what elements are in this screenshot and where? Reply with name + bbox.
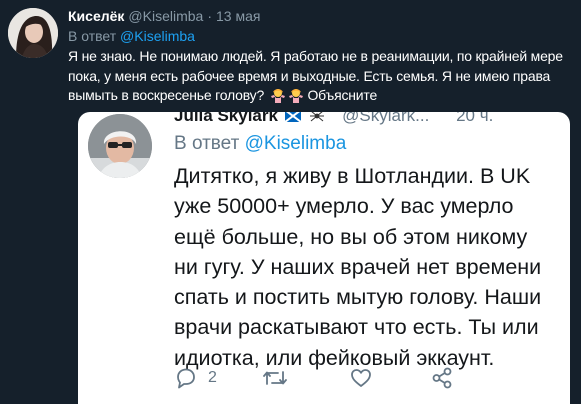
woman-shrugging-icon xyxy=(288,89,303,103)
spider-icon xyxy=(310,112,325,122)
scottish-flag-icon xyxy=(284,112,301,122)
quoted-share-action xyxy=(430,365,454,391)
reply-context: В ответ @Kiselimba xyxy=(68,28,195,44)
author-handle[interactable]: @Kiselimba xyxy=(128,8,203,24)
heart-icon xyxy=(351,369,371,387)
quoted-retweet-action xyxy=(262,365,298,391)
quoted-reply-action: 2 xyxy=(174,365,217,391)
tweet-text: Я не знаю. Не понимаю людей. Я работаю н… xyxy=(68,47,580,106)
quoted-header: Julia Skylark @Skylark... 20 ч. xyxy=(174,112,493,126)
tweet[interactable]: Киселёк @Kiselimba · 13 мая В ответ @Kis… xyxy=(0,0,581,404)
quoted-action-bar: 2 xyxy=(174,365,554,391)
quoted-like-action xyxy=(349,365,383,391)
quoted-avatar xyxy=(88,114,152,178)
quoted-author-name: Julia Skylark xyxy=(174,112,278,125)
attached-screenshot[interactable]: Julia Skylark @Skylark... 20 ч. В ответ … xyxy=(78,112,570,404)
quoted-reply-mention: @Kiselimba xyxy=(244,133,347,154)
quoted-reply-prefix: В ответ xyxy=(174,133,240,154)
quoted-reply-context: В ответ @Kiselimba xyxy=(174,133,346,155)
separator-dot: · xyxy=(207,8,212,24)
reply-mention-link[interactable]: @Kiselimba xyxy=(120,28,195,44)
share-icon xyxy=(432,367,452,389)
quoted-timestamp: 20 ч. xyxy=(456,112,494,125)
retweet-icon xyxy=(263,371,287,385)
tweet-header: Киселёк @Kiselimba · 13 мая xyxy=(68,8,260,26)
avatar[interactable] xyxy=(8,8,58,58)
timestamp[interactable]: 13 мая xyxy=(216,8,260,24)
tweet-text-end: Объясните xyxy=(307,87,378,103)
reply-prefix: В ответ xyxy=(68,28,117,44)
reply-count: 2 xyxy=(208,369,217,386)
reply-icon xyxy=(177,368,195,389)
quoted-author-handle: @Skylark... xyxy=(342,112,430,125)
quoted-tweet-text: Дитятко, я живу в Шотландии. В UK уже 50… xyxy=(174,164,542,370)
woman-shrugging-icon xyxy=(270,89,285,103)
author-name[interactable]: Киселёк xyxy=(68,8,124,24)
